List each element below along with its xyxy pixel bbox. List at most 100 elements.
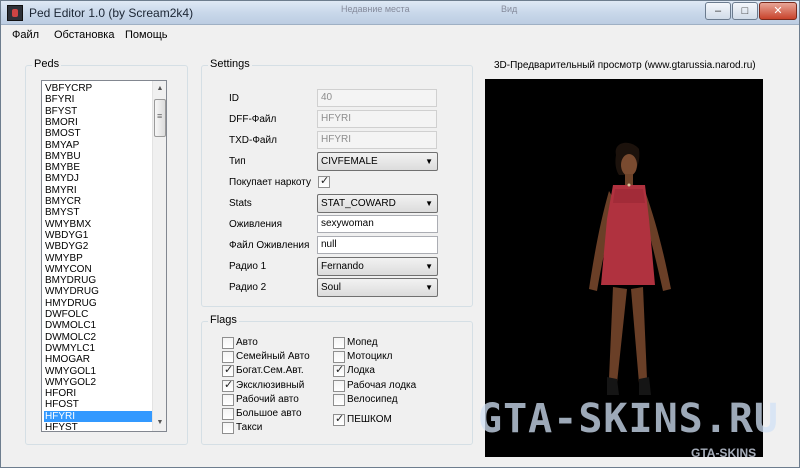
menu-help[interactable]: Помощь: [125, 29, 168, 41]
watermark-small-logo: GTA-SKINS: [691, 446, 757, 460]
flag-label: Мопед: [347, 337, 378, 348]
flag-label: Такси: [236, 422, 263, 434]
ped-list-item[interactable]: HMYDRUG: [44, 298, 152, 309]
dff-field: HFYRI: [317, 110, 437, 128]
scroll-up-icon[interactable]: ▲: [153, 81, 166, 97]
ped-list-item[interactable]: BFYST: [44, 106, 152, 117]
ped-list-item[interactable]: WMYGOL1: [44, 366, 152, 377]
ped-list-item[interactable]: HFORI: [44, 388, 152, 399]
maximize-button[interactable]: □: [732, 2, 758, 20]
type-select[interactable]: CIVFEMALE ▼: [317, 152, 438, 171]
background-window-text: Недавние места: [341, 4, 410, 14]
close-button[interactable]: ✕: [759, 2, 797, 20]
ped-list-item[interactable]: VBFYCRP: [44, 83, 152, 94]
txd-field: HFYRI: [317, 131, 437, 149]
anim-input[interactable]: sexywoman: [317, 215, 438, 233]
ped-list-item[interactable]: BMYBE: [44, 162, 152, 173]
stats-select[interactable]: STAT_COWARD ▼: [317, 194, 438, 213]
flag-checkbox[interactable]: [222, 422, 234, 435]
flag-checkbox[interactable]: [222, 337, 234, 349]
flag-checkbox[interactable]: [333, 412, 345, 426]
stats-label: Stats: [229, 198, 252, 209]
ped-list-item[interactable]: BMYRI: [44, 185, 152, 196]
flag-label: Большое авто: [236, 408, 302, 419]
flag-label: Семейный Авто: [236, 351, 310, 363]
settings-group-title: Settings: [208, 58, 252, 70]
flags-group-title: Flags: [208, 314, 239, 326]
ped-list-item[interactable]: DWMYLC1: [44, 343, 152, 354]
ped-list-item[interactable]: HFYRI: [44, 410, 152, 422]
ped-list-item[interactable]: BMYBU: [44, 151, 152, 162]
flag-checkbox[interactable]: [333, 393, 345, 406]
radio1-label: Радио 1: [229, 261, 267, 272]
flag-label: ПЕШКОМ: [347, 414, 392, 425]
chevron-down-icon: ▼: [425, 283, 433, 292]
stats-select-value: STAT_COWARD: [321, 198, 396, 209]
ped-list-item[interactable]: WMYBP: [44, 253, 152, 264]
type-label: Тип: [229, 156, 246, 167]
ped-list-item[interactable]: BMOST: [44, 128, 152, 139]
ped-list-item[interactable]: DWMOLC2: [44, 332, 152, 343]
scroll-down-icon[interactable]: ▼: [153, 415, 166, 431]
radio2-label: Радио 2: [229, 282, 267, 293]
ped-list-item[interactable]: BMYDRUG: [44, 275, 152, 286]
anim-file-label: Файл Оживления: [229, 240, 310, 251]
ped-list-item[interactable]: BFYRI: [44, 94, 152, 105]
menu-file[interactable]: Файл: [12, 29, 39, 41]
peds-scrollbar[interactable]: ▲ ▼: [152, 81, 166, 431]
radio1-select[interactable]: Fernando ▼: [317, 257, 438, 276]
window-title: Ped Editor 1.0 (by Scream2k4): [29, 6, 194, 20]
ped-list-item[interactable]: BMORI: [44, 117, 152, 128]
drugs-label: Покупает наркоту: [229, 177, 311, 188]
ped-list-item[interactable]: WMYBMX: [44, 219, 152, 230]
ped-list-item[interactable]: WMYDRUG: [44, 286, 152, 297]
drugs-checkbox[interactable]: [318, 174, 330, 188]
flag-checkbox[interactable]: [222, 408, 234, 420]
flag-checkbox[interactable]: [333, 379, 345, 392]
title-bar[interactable]: Ped Editor 1.0 (by Scream2k4) Недавние м…: [1, 1, 799, 25]
ped-list-item[interactable]: BMYDJ: [44, 173, 152, 184]
watermark-logo: GTA-SKINS.RU: [478, 396, 779, 442]
flag-checkbox[interactable]: [222, 393, 234, 406]
scroll-thumb[interactable]: [154, 99, 166, 137]
flag-checkbox[interactable]: [333, 363, 345, 378]
background-window-text: Вид: [501, 4, 518, 14]
flag-checkbox[interactable]: [222, 378, 234, 392]
flag-label: Рабочая лодка: [347, 379, 417, 391]
anim-file-input[interactable]: null: [317, 236, 438, 254]
minimize-button[interactable]: –: [705, 2, 731, 20]
menu-environment[interactable]: Обстановка: [54, 29, 114, 41]
peds-list[interactable]: VBFYCRP BFYRI BFYST BMORI BMOST BMYAP BMYBU BMY…: [41, 80, 167, 432]
flag-label: Рабочий авто: [236, 393, 299, 405]
ped-list-item[interactable]: WMYCON: [44, 264, 152, 275]
menu-bar: Файл Обстановка Помощь: [1, 26, 799, 46]
flag-checkbox[interactable]: [333, 351, 345, 364]
ped-list-item[interactable]: WBDYG1: [44, 230, 152, 241]
flag-checkbox[interactable]: [333, 337, 345, 349]
ped-list-item[interactable]: HMOGAR: [44, 354, 152, 365]
flag-label: Богат.Сем.Авт.: [236, 365, 304, 377]
ped-list-item[interactable]: WMYGOL2: [44, 377, 152, 388]
radio2-select-value: Soul: [321, 282, 342, 293]
preview-title: 3D-Предварительный просмотр (www.gtaruss…: [494, 60, 756, 71]
radio2-select[interactable]: Soul ▼: [317, 278, 438, 297]
ped-list-item[interactable]: DWMOLC1: [44, 320, 152, 331]
ped-list-item[interactable]: BMYST: [44, 207, 152, 218]
flag-checkbox[interactable]: [222, 351, 234, 364]
flag-label: Лодка: [347, 365, 375, 377]
flag-label: Эксклюзивный: [236, 379, 305, 391]
app-icon: [7, 5, 23, 21]
flag-label: Авто: [236, 337, 258, 348]
ped-list-item[interactable]: HFOST: [44, 399, 152, 410]
chevron-down-icon: ▼: [425, 199, 433, 208]
anim-label: Оживления: [229, 219, 283, 230]
ped-list-item[interactable]: DWFOLC: [44, 309, 152, 320]
flag-checkbox[interactable]: [222, 363, 234, 378]
ped-list-item[interactable]: HFYST: [44, 422, 152, 431]
txd-label: TXD-Файл: [229, 135, 277, 146]
radio1-select-value: Fernando: [321, 261, 364, 272]
ped-list-item[interactable]: BMYAP: [44, 140, 152, 151]
ped-list-item[interactable]: BMYCR: [44, 196, 152, 207]
ped-list-item[interactable]: WBDYG2: [44, 241, 152, 252]
id-field: 40: [317, 89, 437, 107]
